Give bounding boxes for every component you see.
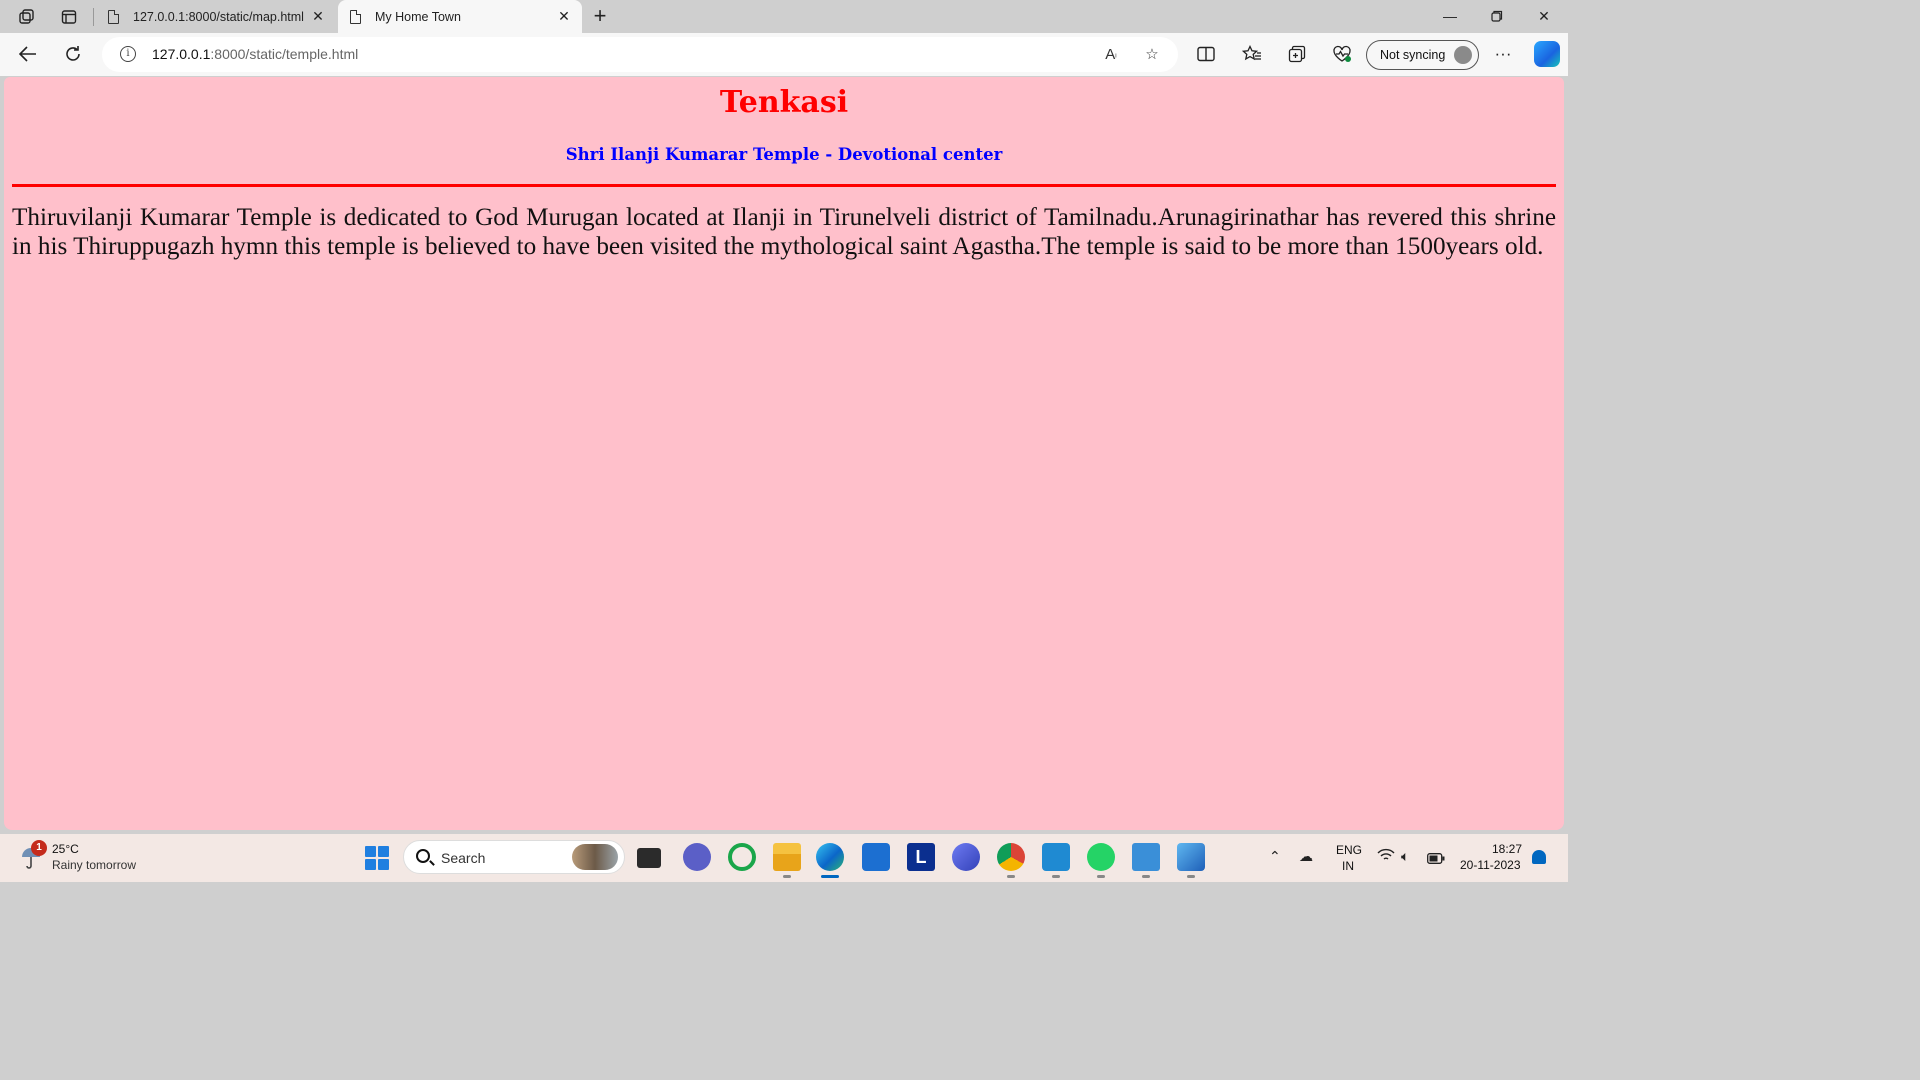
clock-date[interactable]: 20-11-2023 xyxy=(1460,858,1521,872)
profile-avatar-icon xyxy=(1454,46,1472,64)
running-indicator xyxy=(1097,875,1105,878)
taskbar-search[interactable]: Search xyxy=(403,840,625,874)
notification-bell-icon[interactable] xyxy=(1532,850,1546,864)
tab-my-home-town[interactable]: My Home Town ✕ xyxy=(338,0,582,33)
language-code[interactable]: ENG xyxy=(1336,843,1362,857)
minimize-icon[interactable]: — xyxy=(1427,0,1473,32)
tab-title: 127.0.0.1:8000/static/map.html xyxy=(133,9,304,24)
active-indicator xyxy=(821,875,839,878)
language-region[interactable]: IN xyxy=(1342,859,1354,873)
browser-toolbar: i 127.0.0.1:8000/static/temple.html Aᵎ ☆… xyxy=(0,33,1568,76)
store-icon[interactable] xyxy=(862,843,890,871)
page-subtitle: Shri Ilanji Kumarar Temple - Devotional … xyxy=(565,145,1003,164)
split-screen-icon[interactable] xyxy=(1190,39,1222,69)
tab-strip: 127.0.0.1:8000/static/map.html ✕ My Home… xyxy=(0,0,1568,33)
search-placeholder: Search xyxy=(441,850,486,866)
address-bar[interactable]: i 127.0.0.1:8000/static/temple.html Aᵎ ☆ xyxy=(102,37,1178,72)
vscode-icon[interactable] xyxy=(1042,843,1070,871)
sync-label: Not syncing xyxy=(1380,48,1446,62)
new-tab-icon[interactable]: + xyxy=(588,2,612,30)
taskbar: 1 25°C Rainy tomorrow Search L ⌃ ☁ ENG I… xyxy=(0,834,1568,882)
chrome-icon[interactable] xyxy=(997,843,1025,871)
read-aloud-icon[interactable]: Aᵎ xyxy=(1099,44,1123,66)
running-indicator xyxy=(1007,875,1015,878)
favorites-icon[interactable] xyxy=(1236,39,1268,69)
heart-pulse-icon[interactable] xyxy=(1326,39,1358,69)
temple-description: Thiruvilanji Kumarar Temple is dedicated… xyxy=(12,204,1556,260)
url-path: :8000/static/temple.html xyxy=(210,46,359,62)
info-icon[interactable]: i xyxy=(120,46,136,62)
teams-icon[interactable] xyxy=(683,843,711,871)
url-text[interactable]: 127.0.0.1:8000/static/temple.html xyxy=(152,46,358,62)
close-tab-icon[interactable]: ✕ xyxy=(554,8,574,25)
arc-app-icon[interactable] xyxy=(952,843,980,871)
more-icon[interactable]: ··· xyxy=(1487,39,1519,69)
chevron-up-icon[interactable]: ⌃ xyxy=(1269,848,1281,865)
page-icon xyxy=(108,9,119,24)
restore-icon[interactable] xyxy=(1474,0,1520,32)
page-viewport: Tenkasi Shri Ilanji Kumarar Temple - Dev… xyxy=(4,77,1564,830)
onedrive-cloud-icon[interactable]: ☁ xyxy=(1299,848,1313,865)
sync-button[interactable]: Not syncing xyxy=(1366,40,1479,70)
task-view-icon[interactable] xyxy=(637,848,661,868)
loading-ring-icon[interactable] xyxy=(728,843,756,871)
url-host: 127.0.0.1 xyxy=(152,46,211,62)
running-indicator xyxy=(1052,875,1060,878)
paint-icon[interactable] xyxy=(1177,843,1205,871)
notepad-icon[interactable] xyxy=(1132,843,1160,871)
workspaces-icon[interactable] xyxy=(10,3,44,31)
copilot-icon[interactable] xyxy=(1534,41,1560,67)
start-icon[interactable] xyxy=(365,846,389,870)
whatsapp-icon[interactable] xyxy=(1087,843,1115,871)
star-icon[interactable]: ☆ xyxy=(1140,44,1164,66)
weather-description: Rainy tomorrow xyxy=(52,858,137,872)
volume-icon[interactable]: 🔈︎ xyxy=(1401,848,1409,865)
back-arrow-icon[interactable] xyxy=(12,39,44,69)
weather-temperature: 25°C xyxy=(52,842,79,856)
tab-actions-icon[interactable] xyxy=(52,3,86,31)
tab-map[interactable]: 127.0.0.1:8000/static/map.html ✕ xyxy=(96,0,336,33)
search-icon xyxy=(416,849,430,863)
close-window-icon[interactable]: ✕ xyxy=(1521,0,1567,32)
page-icon xyxy=(350,9,361,24)
l-app-icon[interactable]: L xyxy=(907,843,935,871)
close-tab-icon[interactable]: ✕ xyxy=(308,8,328,25)
file-explorer-icon[interactable] xyxy=(773,843,801,871)
horizontal-rule xyxy=(12,184,1556,187)
collections-icon[interactable] xyxy=(1281,39,1313,69)
clock-time[interactable]: 18:27 xyxy=(1492,842,1522,856)
page-title: Tenkasi xyxy=(719,85,849,120)
tab-separator xyxy=(93,8,94,26)
battery-icon[interactable] xyxy=(1427,851,1445,867)
refresh-icon[interactable] xyxy=(57,39,89,69)
running-indicator xyxy=(1142,875,1150,878)
search-highlight-image xyxy=(572,844,618,870)
weather-badge: 1 xyxy=(31,840,47,856)
edge-icon[interactable] xyxy=(816,843,844,871)
wifi-icon[interactable] xyxy=(1377,848,1395,865)
running-indicator xyxy=(783,875,791,878)
tab-title: My Home Town xyxy=(375,9,461,24)
running-indicator xyxy=(1187,875,1195,878)
